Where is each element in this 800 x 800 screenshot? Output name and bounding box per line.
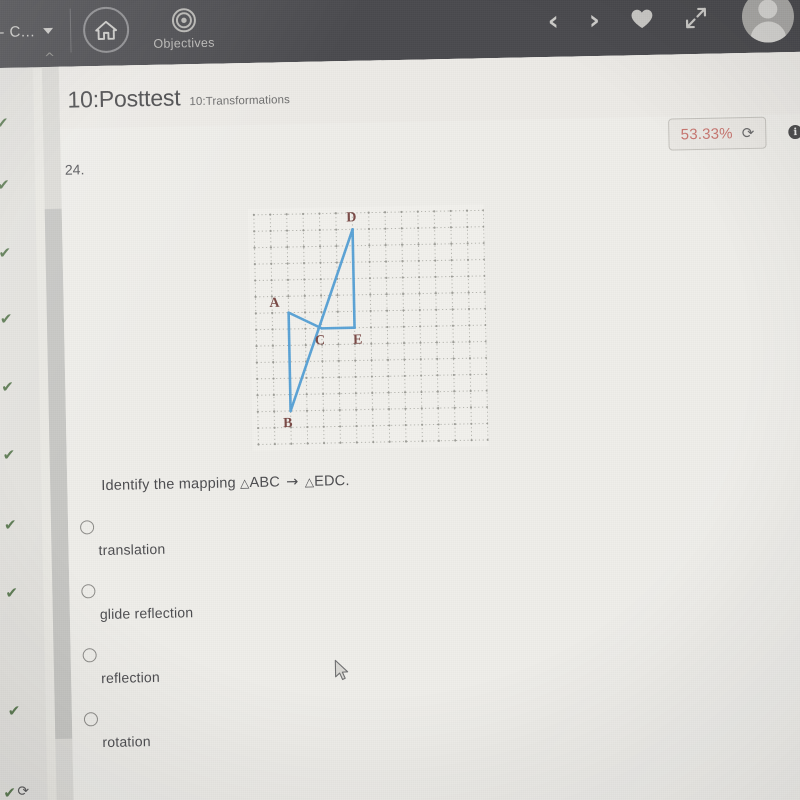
sidebar-check-icon: ✔ — [2, 445, 16, 465]
geometry-figure: A B C D E — [247, 204, 489, 451]
vertex-label-C: C — [315, 333, 325, 348]
radio-button-icon[interactable] — [81, 584, 96, 599]
progress-row: 53.33% ⟳ i — [668, 116, 800, 151]
sidebar-reload-icon[interactable]: ⟳ — [17, 784, 29, 800]
toolbar-actions: ‹ › — [547, 0, 800, 47]
answer-option-2[interactable]: reflection — [82, 642, 414, 707]
mouse-pointer-icon — [334, 659, 349, 681]
toolbar-divider — [69, 8, 72, 53]
heart-icon-glyph — [631, 9, 653, 29]
scroll-up-chevron-icon[interactable]: ^ — [41, 51, 59, 66]
segment-CE — [320, 326, 356, 330]
avatar-head — [758, 0, 778, 19]
question-number: 24. — [64, 161, 85, 178]
prompt-prefix: Identify the mapping — [101, 475, 236, 495]
forward-icon[interactable]: › — [589, 4, 601, 35]
avatar[interactable] — [741, 0, 795, 44]
progress-value: 53.33% — [680, 124, 733, 143]
radio-button-icon[interactable] — [83, 712, 99, 727]
answer-option-label: reflection — [100, 668, 161, 687]
sidebar-check-icon: ✔ — [0, 309, 13, 329]
sidebar-check-icon: ✔ — [1, 377, 15, 397]
expand-fullscreen-icon[interactable] — [684, 6, 708, 30]
answer-option-label: rotation — [102, 733, 151, 751]
content-panel: 10:Posttest 10:Transformations 53.33% ⟳ … — [58, 51, 800, 800]
question-prompt: Identify the mapping △ABC → △EDC. — [101, 473, 350, 494]
vertex-label-B: B — [283, 416, 293, 431]
answer-option-1[interactable]: glide reflection — [81, 578, 412, 643]
page-title: 10:Posttest — [67, 84, 181, 113]
prompt-period: . — [345, 473, 350, 490]
page-subtitle: 10:Transformations — [189, 94, 291, 109]
home-button[interactable] — [82, 6, 130, 54]
expand-arrows-icon — [685, 7, 707, 29]
vertex-label-E: E — [353, 333, 363, 348]
mapping-arrow-icon: → — [285, 474, 299, 491]
answer-option-label: translation — [98, 540, 166, 559]
triangle-symbol-2: △ — [304, 474, 315, 489]
answer-option-3[interactable]: rotation — [83, 706, 415, 771]
radio-button-icon[interactable] — [79, 520, 95, 535]
image-triangle-label: EDC — [314, 473, 346, 490]
chevron-down-icon[interactable] — [42, 27, 53, 35]
avatar-body — [750, 21, 787, 44]
mouse-cursor — [334, 659, 352, 688]
objectives-label: Objectives — [153, 35, 215, 51]
home-icon — [95, 20, 118, 40]
refresh-icon[interactable]: ⟳ — [742, 124, 755, 142]
vertex-label-D: D — [346, 210, 356, 225]
photo-of-screen: - C... Objectives ‹ › ✔ ✔ ✔ ✔ ✔ ✔ ✔ ✔ ✔ … — [0, 0, 800, 800]
target-icon — [171, 7, 196, 32]
coordinate-grid: A B C D E — [247, 204, 489, 451]
vertex-label-A: A — [269, 296, 280, 311]
browser-tab-label: - C... — [0, 22, 36, 41]
source-triangle-label: ABC — [249, 474, 281, 492]
sidebar-check-icon: ✔ — [3, 783, 17, 800]
sidebar-check-icon: ✔ — [3, 515, 17, 534]
sidebar-check-icon: ✔ — [5, 583, 19, 602]
sidebar-check-icon: ✔ — [0, 243, 12, 263]
sidebar-check-icon: ✔ — [0, 175, 10, 195]
answer-option-label: glide reflection — [99, 604, 194, 623]
answer-option-0[interactable]: translation — [79, 514, 411, 579]
progress-badge[interactable]: 53.33% ⟳ — [668, 116, 767, 151]
screen-surface: - C... Objectives ‹ › ✔ ✔ ✔ ✔ ✔ ✔ ✔ ✔ ✔ … — [0, 0, 800, 800]
sidebar-check-icon: ✔ — [7, 701, 21, 720]
left-rail: ✔✔✔✔✔✔✔✔✔s✔⟳ — [0, 67, 49, 800]
objectives-button[interactable]: Objectives — [153, 6, 215, 50]
sidebar-check-icon: ✔ — [0, 113, 9, 133]
info-icon[interactable]: i — [788, 124, 800, 140]
favorite-heart-icon[interactable] — [630, 8, 654, 30]
back-icon[interactable]: ‹ — [547, 5, 559, 36]
radio-button-icon[interactable] — [82, 648, 97, 663]
